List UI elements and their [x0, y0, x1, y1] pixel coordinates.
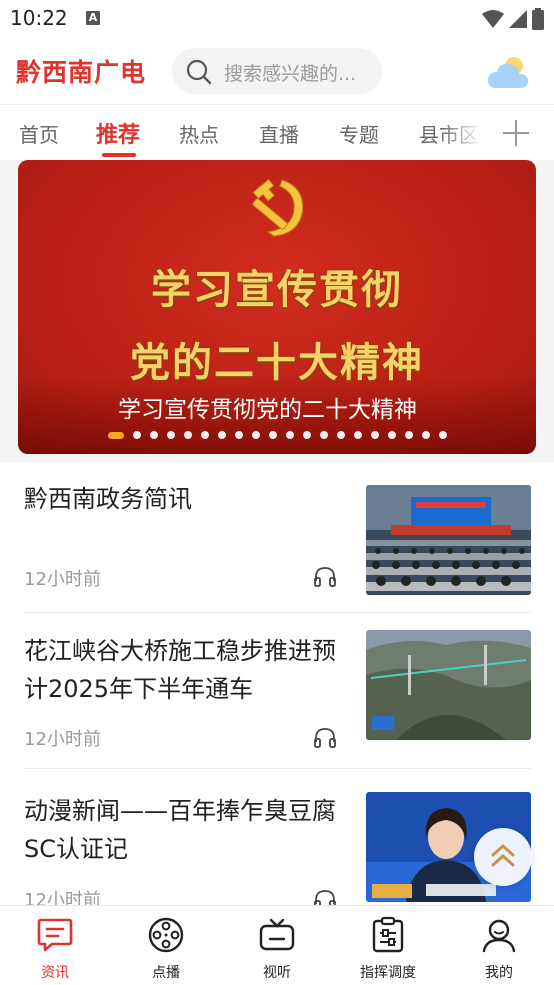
nav-label: 点播: [152, 965, 180, 981]
nav-label: 资讯: [41, 965, 69, 981]
tabs-fade: [440, 105, 494, 161]
tv-icon: [259, 918, 295, 951]
tab-recommended[interactable]: 推荐: [96, 117, 140, 149]
carousel-dot[interactable]: [218, 431, 226, 439]
news-thumbnail: [366, 630, 531, 740]
search-icon: [186, 59, 212, 85]
active-tab-indicator: [102, 153, 136, 157]
status-time: 10:22: [10, 6, 68, 30]
carousel-dot[interactable]: [269, 431, 277, 439]
conference-hall-image: [366, 485, 531, 595]
headphones-icon[interactable]: [313, 565, 337, 587]
scroll-to-top-button[interactable]: [474, 828, 532, 886]
nav-mine[interactable]: 我的: [444, 906, 554, 985]
tab-home[interactable]: 首页: [19, 119, 59, 148]
film-reel-icon: [148, 917, 184, 953]
carousel-dot[interactable]: [252, 431, 260, 439]
news-item[interactable]: 动漫新闻——百年捧乍臭豆腐SC认证记 12小时前: [0, 768, 554, 911]
tab-hot[interactable]: 热点: [179, 119, 219, 148]
app-logo: 黔西南广电: [16, 58, 147, 87]
battery-icon: [532, 8, 544, 30]
chat-icon: [37, 918, 73, 952]
carousel-dot[interactable]: [422, 431, 430, 439]
signal-icon: [509, 10, 527, 28]
carousel-dot[interactable]: [184, 431, 192, 439]
news-title: 动漫新闻——百年捧乍臭豆腐SC认证记: [24, 797, 336, 863]
news-title: 黔西南政务简讯: [24, 485, 192, 513]
nav-dispatch[interactable]: 指挥调度: [333, 906, 443, 985]
category-tabs: 首页 推荐 热点 直播 专题 县市区: [0, 104, 554, 161]
news-item[interactable]: 花江峡谷大桥施工稳步推进预计2025年下半年通车 12小时前: [0, 612, 554, 768]
carousel-dot[interactable]: [388, 431, 396, 439]
app-header: 黔西南广电 搜索感兴趣的...: [0, 38, 554, 104]
carousel-dot[interactable]: [167, 431, 175, 439]
carousel-dot[interactable]: [133, 431, 141, 439]
party-emblem-icon: [252, 178, 304, 237]
wifi-icon: [482, 10, 504, 28]
news-title: 花江峡谷大桥施工稳步推进预计2025年下半年通车: [24, 637, 336, 703]
nav-av[interactable]: 视听: [222, 906, 332, 985]
carousel-dot[interactable]: [354, 431, 362, 439]
carousel-dot[interactable]: [320, 431, 328, 439]
tab-live[interactable]: 直播: [259, 119, 299, 148]
news-time: 12小时前: [24, 569, 101, 590]
carousel-dot[interactable]: [150, 431, 158, 439]
carousel-dot[interactable]: [286, 431, 294, 439]
user-icon: [482, 919, 516, 953]
status-bar: 10:22 A: [0, 0, 554, 38]
carousel-dot[interactable]: [201, 431, 209, 439]
banner-carousel[interactable]: 学习宣传贯彻 党的二十大精神 学习宣传贯彻党的二十大精神: [18, 160, 536, 454]
carousel-dot[interactable]: [337, 431, 345, 439]
news-item[interactable]: 黔西南政务简讯 12小时前: [0, 462, 554, 612]
chevron-up-icon: [491, 844, 515, 867]
nav-label: 我的: [485, 965, 513, 981]
weather-cloud-icon[interactable]: [486, 54, 530, 90]
status-icons: [482, 8, 544, 30]
carousel-dot[interactable]: [235, 431, 243, 439]
carousel-dot[interactable]: [371, 431, 379, 439]
carousel-dot[interactable]: [405, 431, 413, 439]
search-bar[interactable]: 搜索感兴趣的...: [172, 48, 382, 94]
nav-vod[interactable]: 点播: [111, 906, 221, 985]
carousel-dot[interactable]: [303, 431, 311, 439]
tab-topics[interactable]: 专题: [339, 119, 379, 148]
notification-a-icon: A: [86, 11, 100, 25]
banner-headline-1: 学习宣传贯彻: [151, 266, 403, 313]
bottom-navigation: 资讯 点播 视听 指挥调度 我的: [0, 905, 554, 985]
search-placeholder: 搜索感兴趣的...: [224, 63, 357, 85]
news-time: 12小时前: [24, 729, 101, 750]
clipboard-sliders-icon: [372, 916, 404, 953]
nav-label: 视听: [263, 965, 291, 981]
add-tab-plus-icon[interactable]: [502, 119, 530, 147]
nav-news[interactable]: 资讯: [0, 906, 110, 985]
carousel-indicators: [108, 431, 447, 439]
banner-caption: 学习宣传贯彻党的二十大精神: [118, 397, 417, 423]
headphones-icon[interactable]: [313, 726, 337, 748]
news-thumbnail: [366, 485, 531, 595]
carousel-dot[interactable]: [439, 431, 447, 439]
carousel-dot-active[interactable]: [108, 431, 124, 439]
nav-label: 指挥调度: [360, 965, 416, 981]
bridge-canyon-image: [366, 630, 531, 740]
